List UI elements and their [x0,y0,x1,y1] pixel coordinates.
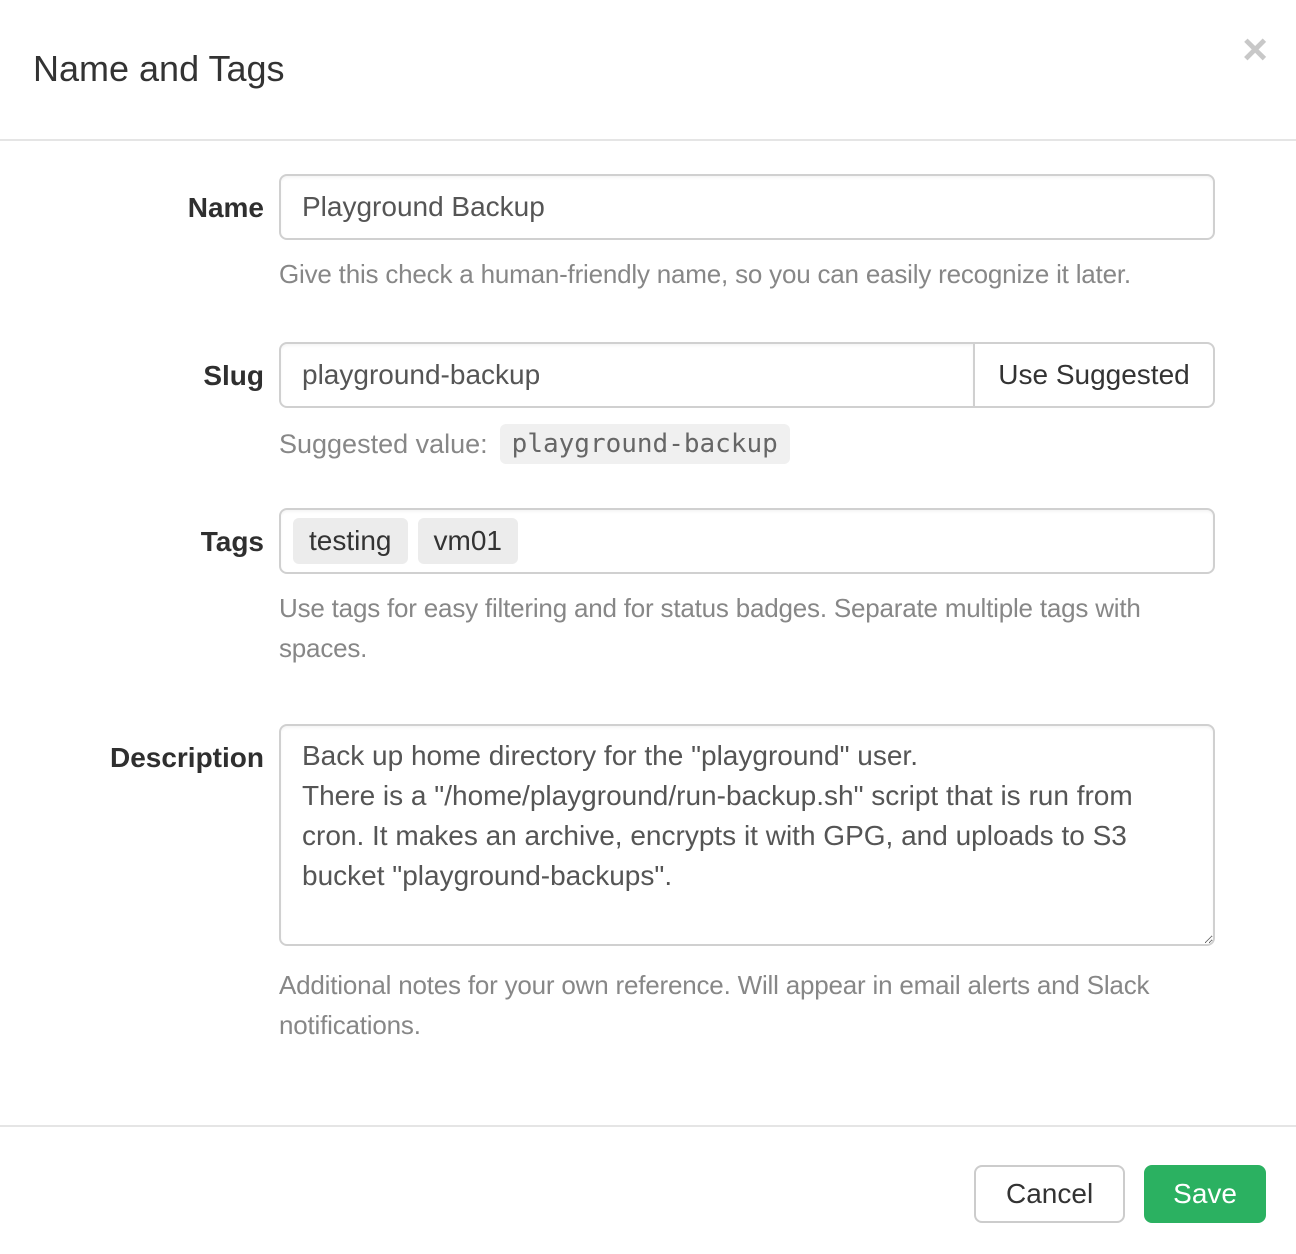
suggested-value-code: playground-backup [500,424,790,464]
description-help-text: Additional notes for your own reference.… [279,965,1215,1045]
suggested-value-line: Suggested value: playground-backup [279,424,1215,464]
name-input[interactable] [279,174,1215,240]
modal-title: Name and Tags [33,48,1263,90]
modal-header: Name and Tags × [0,0,1296,141]
description-field-group: Description Back up home directory for t… [33,724,1215,1045]
cancel-button[interactable]: Cancel [974,1165,1125,1223]
save-button[interactable]: Save [1144,1165,1266,1223]
slug-input[interactable] [279,342,975,408]
tag-chip-vm01[interactable]: vm01 [418,518,518,564]
name-control-column: Give this check a human-friendly name, s… [279,174,1215,294]
tags-label: Tags [33,508,264,668]
use-suggested-button[interactable]: Use Suggested [973,342,1215,408]
tags-help-text: Use tags for easy filtering and for stat… [279,588,1215,668]
name-label: Name [33,174,264,294]
tags-input[interactable]: testing vm01 [279,508,1215,574]
slug-input-group: Use Suggested [279,342,1215,408]
modal-footer: Cancel Save [0,1125,1296,1254]
suggested-value-prefix: Suggested value: [279,429,488,460]
close-icon[interactable]: × [1242,28,1268,72]
description-label: Description [33,724,264,1045]
description-control-column: Back up home directory for the "playgrou… [279,724,1215,1045]
name-field-group: Name Give this check a human-friendly na… [33,174,1215,294]
tag-chip-testing[interactable]: testing [293,518,408,564]
name-help-text: Give this check a human-friendly name, s… [279,254,1215,294]
name-and-tags-modal: Name and Tags × Name Give this check a h… [0,0,1296,1254]
modal-body: Name Give this check a human-friendly na… [0,141,1296,1125]
tags-field-group: Tags testing vm01 Use tags for easy filt… [33,508,1215,668]
slug-control-column: Use Suggested Suggested value: playgroun… [279,342,1215,464]
slug-field-group: Slug Use Suggested Suggested value: play… [33,342,1215,464]
tags-control-column: testing vm01 Use tags for easy filtering… [279,508,1215,668]
description-textarea[interactable]: Back up home directory for the "playgrou… [279,724,1215,946]
slug-label: Slug [33,342,264,464]
